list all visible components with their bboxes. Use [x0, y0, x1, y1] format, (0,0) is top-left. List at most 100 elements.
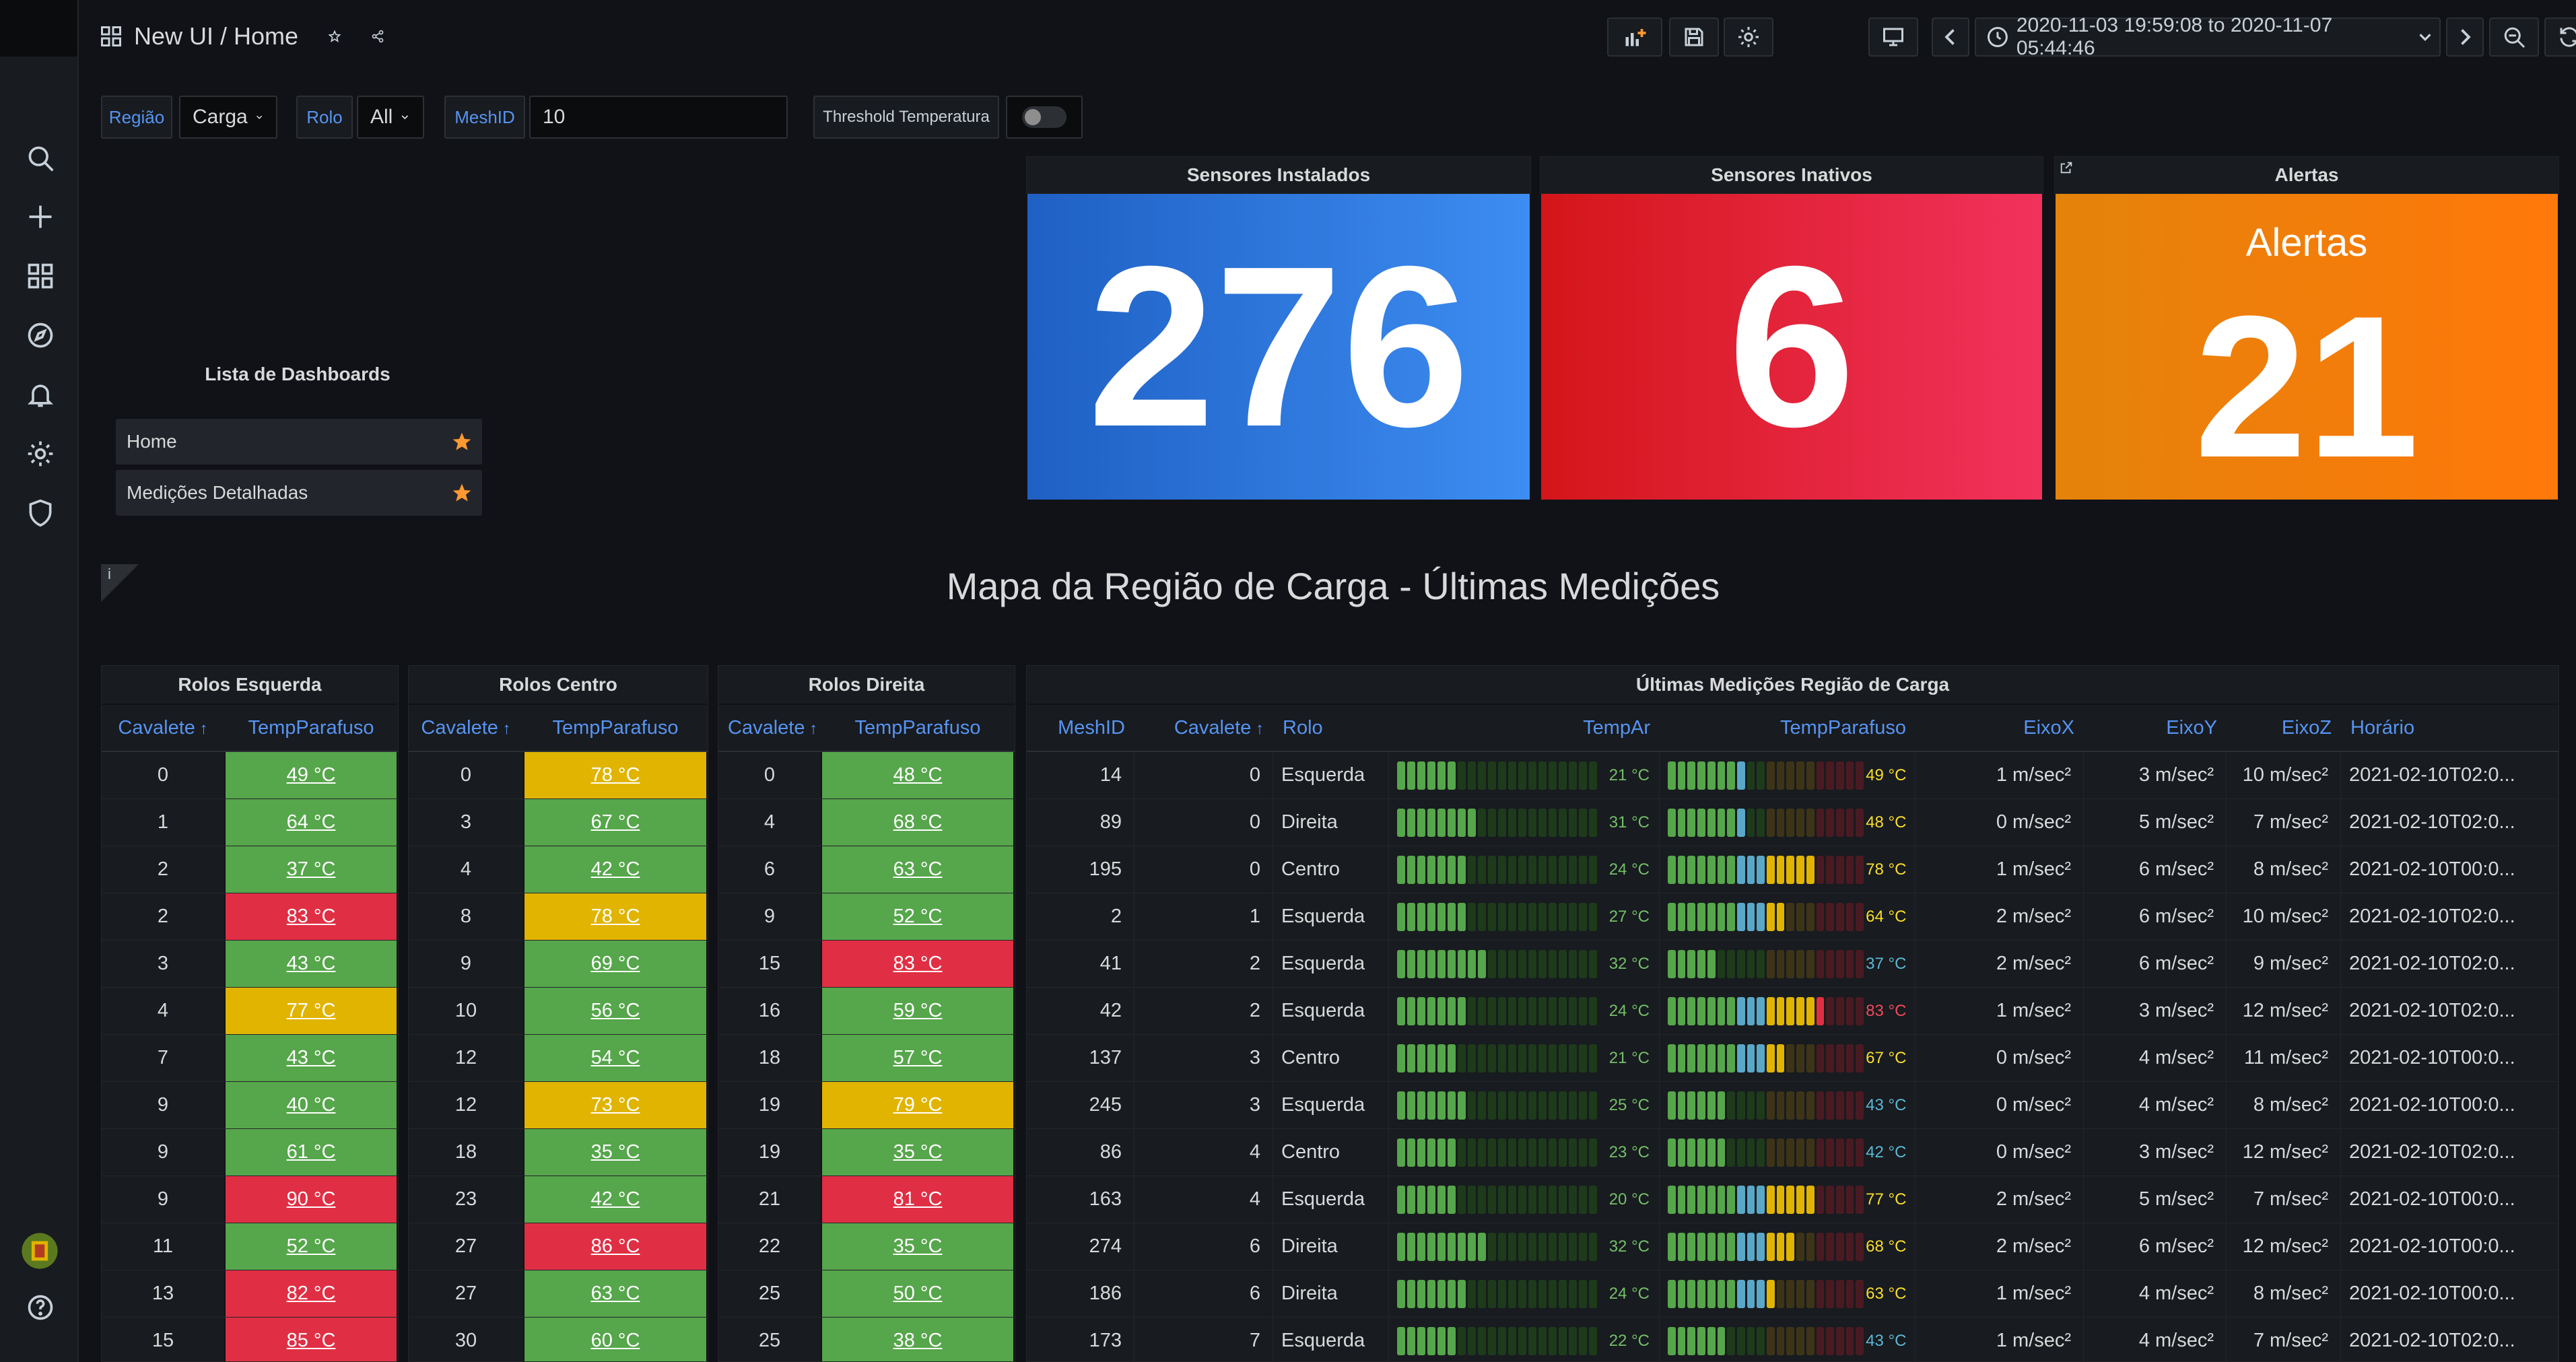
grafana-logo[interactable]: [0, 0, 77, 57]
table-row: 27 63 °C: [409, 1270, 708, 1318]
temperature-cell[interactable]: 54 °C: [523, 1035, 708, 1081]
save-dashboard-button[interactable]: [1669, 18, 1719, 57]
gauge-segment: [1407, 761, 1415, 790]
regiao-variable-select[interactable]: Carga: [179, 96, 277, 139]
rolo-variable-select[interactable]: All: [357, 96, 424, 139]
temperature-cell[interactable]: 42 °C: [523, 846, 708, 893]
temperature-cell[interactable]: 86 °C: [523, 1223, 708, 1270]
temperature-cell[interactable]: 63 °C: [523, 1270, 708, 1317]
temperature-cell[interactable]: 49 °C: [224, 752, 398, 798]
temperature-cell[interactable]: 50 °C: [821, 1270, 1015, 1317]
temperature-cell[interactable]: 60 °C: [523, 1318, 708, 1361]
alerting-bell-icon[interactable]: [20, 374, 61, 415]
temperature-cell[interactable]: 83 °C: [821, 941, 1015, 987]
star-icon[interactable]: [451, 482, 473, 504]
star-icon[interactable]: [451, 431, 473, 452]
temperature-cell[interactable]: 77 °C: [224, 988, 398, 1034]
temperature-cell[interactable]: 42 °C: [523, 1176, 708, 1223]
temperature-cell[interactable]: 43 °C: [224, 1035, 398, 1081]
cycle-view-mode-button[interactable]: [1868, 18, 1918, 57]
temperature-cell[interactable]: 82 °C: [224, 1270, 398, 1317]
external-link-icon[interactable]: [2059, 160, 2074, 175]
cavalete-cell: 8: [460, 906, 472, 927]
temperature-cell[interactable]: 43 °C: [224, 941, 398, 987]
server-admin-shield-icon[interactable]: [20, 493, 61, 533]
temperature-cell[interactable]: 35 °C: [821, 1223, 1015, 1270]
dashboard-settings-button[interactable]: [1724, 18, 1773, 57]
column-header-tempparafuso[interactable]: TempParafuso: [224, 717, 398, 739]
temperature-cell[interactable]: 79 °C: [821, 1082, 1015, 1128]
installed-sensors-title[interactable]: Sensores Instalados: [1026, 156, 1531, 194]
cavalete-cell: 3: [157, 953, 169, 974]
temperature-cell[interactable]: 38 °C: [821, 1318, 1015, 1361]
temperature-cell[interactable]: 35 °C: [523, 1129, 708, 1176]
dashboards-grid-icon[interactable]: [20, 256, 61, 296]
zoom-out-button[interactable]: [2489, 18, 2539, 57]
column-header-tempparafuso[interactable]: TempParafuso: [821, 717, 1015, 739]
column-header[interactable]: Horário: [2341, 717, 2558, 739]
column-header-cavalete[interactable]: Cavalete ↑: [102, 717, 224, 739]
time-shift-back-button[interactable]: [1932, 18, 1969, 57]
time-shift-forward-button[interactable]: [2446, 18, 2484, 57]
gauge-segment: [1697, 855, 1705, 884]
gauge-segment: [1776, 855, 1785, 884]
temperature-cell[interactable]: 69 °C: [523, 941, 708, 987]
temperature-cell[interactable]: 35 °C: [821, 1129, 1015, 1176]
temperature-cell[interactable]: 78 °C: [523, 752, 708, 798]
share-icon[interactable]: [371, 24, 395, 48]
column-header[interactable]: EixoX: [1916, 717, 2084, 739]
temperature-cell[interactable]: 63 °C: [821, 846, 1015, 893]
search-icon[interactable]: [20, 138, 61, 178]
dashboard-list-item-medicoes[interactable]: Medições Detalhadas: [116, 470, 482, 516]
add-panel-button[interactable]: [1607, 18, 1662, 57]
temperature-cell[interactable]: 67 °C: [523, 799, 708, 846]
temperature-cell[interactable]: 64 °C: [224, 799, 398, 846]
temperature-cell[interactable]: 83 °C: [224, 893, 398, 940]
dashboard-list-item-home[interactable]: Home: [116, 419, 482, 465]
inactive-sensors-title[interactable]: Sensores Inativos: [1540, 156, 2043, 194]
dashboard-title[interactable]: New UI / Home: [134, 22, 298, 50]
temperature-cell[interactable]: 37 °C: [224, 846, 398, 893]
temperature-cell[interactable]: 90 °C: [224, 1176, 398, 1223]
column-header[interactable]: MeshID: [1027, 717, 1134, 739]
temperature-cell[interactable]: 48 °C: [821, 752, 1015, 798]
threshold-toggle[interactable]: [1006, 96, 1083, 139]
column-header[interactable]: Rolo: [1273, 717, 1389, 739]
column-header-tempparafuso[interactable]: TempParafuso: [523, 717, 708, 739]
create-plus-icon[interactable]: [20, 197, 61, 237]
explore-compass-icon[interactable]: [20, 315, 61, 355]
temperature-cell[interactable]: 59 °C: [821, 988, 1015, 1034]
temperature-cell[interactable]: 40 °C: [224, 1082, 398, 1128]
temperature-cell[interactable]: 52 °C: [821, 893, 1015, 940]
temperature-cell[interactable]: 78 °C: [523, 893, 708, 940]
temperature-cell[interactable]: 81 °C: [821, 1176, 1015, 1223]
temperature-cell[interactable]: 68 °C: [821, 799, 1015, 846]
star-icon[interactable]: [328, 24, 352, 48]
help-icon[interactable]: [20, 1287, 61, 1328]
gauge-segment: [1717, 1091, 1726, 1120]
column-header[interactable]: TempParafuso: [1660, 717, 1916, 739]
configuration-gear-icon[interactable]: [20, 434, 61, 474]
user-avatar[interactable]: [20, 1231, 59, 1270]
column-header-cavalete[interactable]: Cavalete ↑: [718, 717, 821, 739]
column-header-cavalete[interactable]: Cavalete ↑: [409, 717, 523, 739]
meshid-cell: 163: [1027, 1176, 1134, 1223]
gauge-segment: [1816, 902, 1825, 931]
temperature-cell[interactable]: 52 °C: [224, 1223, 398, 1270]
column-header[interactable]: Cavalete ↑: [1134, 717, 1273, 739]
gauge-segment: [1458, 1091, 1466, 1120]
refresh-button[interactable]: [2544, 18, 2576, 57]
column-header[interactable]: TempAr: [1389, 717, 1660, 739]
temperature-cell[interactable]: 73 °C: [523, 1082, 708, 1128]
time-range-picker[interactable]: 2020-11-03 19:59:08 to 2020-11-07 05:44:…: [1975, 14, 2441, 59]
temperature-cell[interactable]: 56 °C: [523, 988, 708, 1034]
meshid-variable-input[interactable]: 10: [529, 96, 788, 139]
column-header[interactable]: EixoY: [2084, 717, 2227, 739]
column-header[interactable]: EixoZ: [2227, 717, 2341, 739]
temperature-cell[interactable]: 57 °C: [821, 1035, 1015, 1081]
temperature-cell[interactable]: 85 °C: [224, 1318, 398, 1361]
alerts-title[interactable]: Alertas: [2054, 156, 2559, 194]
gauge-segment: [1589, 996, 1597, 1025]
gauge-segment: [1835, 808, 1844, 837]
temperature-cell[interactable]: 61 °C: [224, 1129, 398, 1176]
